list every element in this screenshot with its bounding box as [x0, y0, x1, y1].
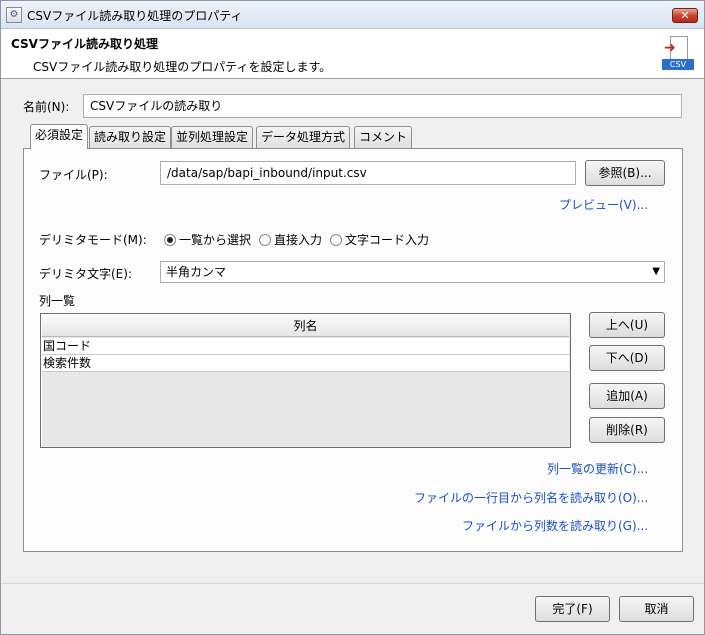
cancel-button[interactable]: 取消	[619, 596, 694, 622]
radio-label: 文字コード入力	[345, 233, 430, 247]
file-label: ファイル(P):	[39, 168, 108, 182]
table-row[interactable]: 検索件数	[42, 355, 569, 372]
radio-select-from-list[interactable]: 一覧から選択	[164, 231, 251, 248]
table-row[interactable]: 国コード	[42, 338, 569, 355]
column-header[interactable]: 列名	[42, 315, 569, 337]
radio-dot	[330, 234, 342, 246]
delimiter-char-label: デリミタ文字(E):	[39, 267, 132, 281]
columns-table: 列名 国コード 検索件数	[40, 313, 571, 448]
move-up-button[interactable]: 上へ(U)	[589, 312, 665, 338]
footer-separator	[1, 583, 704, 584]
properties-dialog: ⚙ CSVファイル読み取り処理のプロパティ ✕ CSVファイル読み取り処理 CS…	[0, 0, 705, 635]
tab-required[interactable]: 必須設定	[30, 124, 89, 149]
csv-icon-label: CSV	[662, 59, 694, 70]
window-title: CSVファイル読み取り処理のプロパティ	[27, 9, 243, 23]
tab-comment[interactable]: コメント	[354, 126, 413, 148]
title-bar: ⚙ CSVファイル読み取り処理のプロパティ ✕	[1, 1, 704, 29]
dialog-header: CSVファイル読み取り処理 CSVファイル読み取り処理のプロパティを設定します。…	[1, 29, 704, 79]
radio-dot	[259, 234, 271, 246]
finish-button[interactable]: 完了(F)	[535, 596, 610, 622]
delimiter-mode-label: デリミタモード(M):	[39, 233, 147, 247]
name-input[interactable]: CSVファイルの読み取り	[83, 94, 682, 118]
header-title: CSVファイル読み取り処理	[11, 37, 158, 51]
radio-dot	[164, 234, 176, 246]
radio-label: 直接入力	[274, 233, 323, 247]
header-description: CSVファイル読み取り処理のプロパティを設定します。	[33, 60, 332, 74]
move-down-button[interactable]: 下へ(D)	[589, 345, 665, 371]
csv-arrow-icon: ➜	[664, 40, 676, 56]
browse-button[interactable]: 参照(B)...	[585, 160, 665, 186]
delete-button[interactable]: 削除(R)	[589, 417, 665, 443]
refresh-columns-link[interactable]: 列一覧の更新(C)...	[547, 460, 648, 477]
tab-data-processing[interactable]: データ処理方式	[256, 126, 351, 148]
chevron-down-icon: ▼	[652, 266, 660, 277]
radio-charcode-input[interactable]: 文字コード入力	[330, 231, 429, 248]
tab-read-settings[interactable]: 読み取り設定	[89, 126, 172, 148]
add-button[interactable]: 追加(A)	[589, 383, 665, 409]
name-label: 名前(N):	[23, 100, 70, 114]
tab-parallel[interactable]: 並列処理設定	[171, 126, 254, 148]
radio-label: 一覧から選択	[179, 233, 252, 247]
read-count-link[interactable]: ファイルから列数を読み取り(G)...	[462, 517, 648, 534]
close-button[interactable]: ✕	[672, 8, 698, 23]
delimiter-char-value: 半角カンマ	[166, 265, 227, 279]
read-names-link[interactable]: ファイルの一行目から列名を読み取り(O)...	[414, 489, 648, 506]
columns-section-label: 列一覧	[39, 294, 76, 308]
delimiter-char-select[interactable]: 半角カンマ ▼	[160, 261, 665, 283]
radio-direct-input[interactable]: 直接入力	[259, 231, 322, 248]
app-icon: ⚙	[6, 7, 22, 23]
preview-link[interactable]: プレビュー(V)...	[559, 196, 648, 213]
csv-file-icon: ➜ CSV	[662, 36, 694, 72]
file-path-input[interactable]: /data/sap/bapi_inbound/input.csv	[160, 161, 576, 185]
